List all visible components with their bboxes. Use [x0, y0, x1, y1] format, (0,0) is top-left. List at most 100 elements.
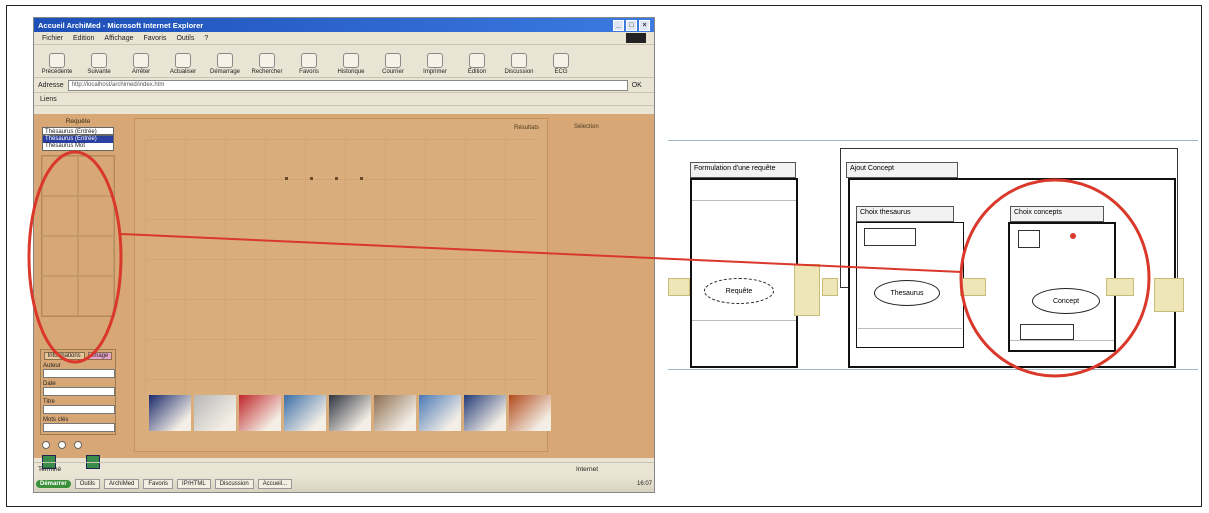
- home-button[interactable]: Démarrage: [208, 53, 242, 75]
- image-thumbnail[interactable]: [239, 395, 281, 431]
- mail-button[interactable]: Courrier: [376, 53, 410, 75]
- refresh-button[interactable]: Actualiser: [166, 53, 200, 75]
- refresh-icon: [175, 53, 191, 68]
- menu-view[interactable]: Affichage: [104, 35, 133, 42]
- taskbar-item[interactable]: Discussion: [214, 479, 254, 489]
- ecg-button[interactable]: ECG: [544, 53, 578, 75]
- radio-option[interactable]: [58, 441, 66, 449]
- tab-image[interactable]: Image: [87, 352, 113, 360]
- mail-icon: [385, 53, 401, 68]
- image-thumbnail[interactable]: [329, 395, 371, 431]
- grid-cell[interactable]: [42, 236, 78, 276]
- requete-node: Requête: [704, 278, 774, 304]
- input-port: [668, 278, 690, 296]
- windows-logo-icon: [626, 33, 646, 43]
- taskbar-item[interactable]: ArchiMed: [104, 479, 140, 489]
- maximize-button[interactable]: □: [626, 20, 637, 31]
- concept-node: Concept: [1032, 288, 1100, 314]
- concept-choice-title: Choix concepts: [1010, 206, 1104, 222]
- image-thumbnail[interactable]: [149, 395, 191, 431]
- home-icon: [217, 53, 233, 68]
- forward-button[interactable]: Suivante: [82, 53, 116, 75]
- grid-cell[interactable]: [78, 276, 114, 316]
- menu-file[interactable]: Fichier: [42, 35, 63, 42]
- grid-cell[interactable]: [78, 156, 114, 196]
- taskbar-clock: 16:07: [636, 481, 652, 487]
- edit-button[interactable]: Édition: [460, 53, 494, 75]
- query-panel-title: Requête: [65, 118, 91, 125]
- info-box: [1018, 230, 1040, 248]
- minimize-button[interactable]: _: [613, 20, 624, 31]
- status-bar: Terminé Internet: [34, 462, 654, 475]
- architecture-diagram: Formulation d'une requête Requête Ajout …: [668, 140, 1198, 372]
- grid-cell[interactable]: [78, 196, 114, 236]
- close-button[interactable]: ×: [639, 20, 650, 31]
- stop-button[interactable]: Arrêter: [124, 53, 158, 75]
- connector-port: [794, 264, 820, 316]
- connector-port: [1106, 278, 1134, 296]
- menu-edit[interactable]: Edition: [73, 35, 94, 42]
- menu-tools[interactable]: Outils: [176, 35, 194, 42]
- taskbar-item[interactable]: Accueil...: [257, 479, 293, 489]
- results-label: Résultats: [513, 125, 539, 131]
- keywords-field[interactable]: [43, 423, 115, 432]
- status-text: Terminé: [38, 465, 62, 473]
- edit-icon: [469, 53, 485, 68]
- taskbar-item[interactable]: Outils: [74, 479, 101, 489]
- thesaurus-choice-title: Choix thesaurus: [856, 206, 954, 222]
- image-thumbnail[interactable]: [464, 395, 506, 431]
- guide-line: [668, 369, 1198, 370]
- go-button[interactable]: OK: [632, 82, 642, 89]
- dropdown-option[interactable]: Thésaurus Mot: [43, 143, 113, 150]
- image-thumbnail[interactable]: [419, 395, 461, 431]
- history-button[interactable]: Historique: [334, 53, 368, 75]
- grid-cell[interactable]: [42, 276, 78, 316]
- tab-informations[interactable]: Informations: [43, 352, 85, 360]
- address-bar: Adresse http://localhost/archimed/index.…: [34, 78, 654, 93]
- author-field[interactable]: [43, 369, 115, 378]
- formulation-module-title: Formulation d'une requête: [690, 162, 796, 178]
- address-input[interactable]: http://localhost/archimed/index.htm: [67, 79, 628, 91]
- thesaurus-dropdown: Thésaurus (Entrée) Thésaurus Mot: [42, 135, 114, 151]
- date-field[interactable]: [43, 387, 115, 396]
- dropdown-option[interactable]: Thésaurus (Entrée): [43, 136, 113, 143]
- print-button[interactable]: Imprimer: [418, 53, 452, 75]
- marker: [285, 177, 288, 180]
- grid-cell[interactable]: [78, 236, 114, 276]
- menu-help[interactable]: ?: [204, 35, 208, 42]
- image-thumbnail[interactable]: [194, 395, 236, 431]
- separator: [692, 200, 796, 201]
- info-box: [864, 228, 916, 246]
- thesaurus-select[interactable]: Thésaurus (Entrée): [42, 127, 114, 135]
- discussion-icon: [511, 53, 527, 68]
- menu-favorites[interactable]: Favoris: [143, 35, 166, 42]
- image-thumbnail[interactable]: [284, 395, 326, 431]
- info-panel: Informations Image Auteur Date Titre Mot…: [40, 349, 116, 435]
- taskbar-item[interactable]: Favoris: [143, 479, 174, 489]
- title-field[interactable]: [43, 405, 115, 414]
- back-button[interactable]: Précédente: [40, 53, 74, 75]
- separator: [858, 328, 962, 329]
- image-thumbnail[interactable]: [509, 395, 551, 431]
- ajout-concept-title: Ajout Concept: [846, 162, 958, 178]
- connector-port: [822, 278, 838, 296]
- taskbar-item[interactable]: IP/HTML: [177, 479, 211, 489]
- search-button[interactable]: Rechercher: [250, 53, 284, 75]
- query-panel: Requête Thésaurus (Entrée) Thésaurus (En…: [38, 118, 118, 469]
- concept-grid: [41, 155, 115, 317]
- favorites-button[interactable]: Favoris: [292, 53, 326, 75]
- radio-option[interactable]: [42, 441, 50, 449]
- radio-option[interactable]: [74, 441, 82, 449]
- ecg-icon: [553, 53, 569, 68]
- internet-zone: Internet: [575, 465, 598, 473]
- browser-title: Accueil ArchiMed - Microsoft Internet Ex…: [38, 20, 204, 30]
- grid-cell[interactable]: [42, 156, 78, 196]
- image-thumbnail[interactable]: [374, 395, 416, 431]
- back-icon: [49, 53, 65, 68]
- web-page: Requête Thésaurus (Entrée) Thésaurus (En…: [34, 114, 654, 469]
- results-area: Résultats: [134, 118, 551, 452]
- start-button[interactable]: Démarrer: [36, 480, 71, 488]
- discuss-button[interactable]: Discussion: [502, 53, 536, 75]
- links-label[interactable]: Liens: [40, 96, 57, 103]
- grid-cell[interactable]: [42, 196, 78, 236]
